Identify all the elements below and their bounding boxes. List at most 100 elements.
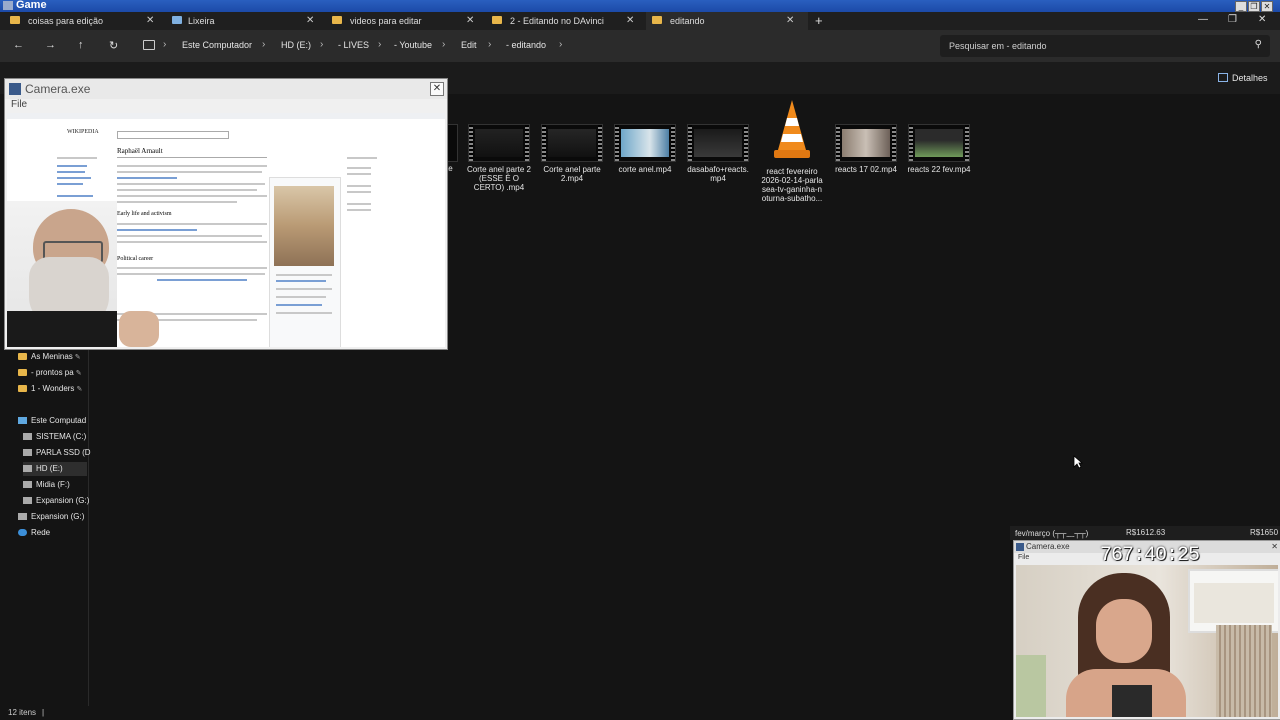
video-thumbnail bbox=[835, 124, 897, 162]
sidebar-item-este-computador[interactable]: Este Computad bbox=[18, 414, 86, 428]
close-tab-icon[interactable]: ✕ bbox=[146, 12, 154, 30]
close-window-icon[interactable]: ✕ bbox=[1258, 14, 1266, 25]
wikipedia-logo: WIKIPEDIA bbox=[67, 129, 99, 135]
tab-label: editando bbox=[670, 16, 705, 26]
up-arrow-icon[interactable]: ↑ bbox=[78, 39, 84, 51]
details-pane-icon bbox=[1218, 73, 1228, 82]
tab-label: videos para editar bbox=[350, 16, 422, 26]
game-icon bbox=[3, 1, 13, 10]
close-icon[interactable]: ✕ bbox=[1271, 542, 1278, 551]
chevron-right-icon: › bbox=[163, 39, 167, 50]
status-divider: | bbox=[42, 708, 45, 717]
details-button[interactable]: Detalhes bbox=[1218, 73, 1268, 83]
drive-icon bbox=[23, 433, 32, 440]
breadcrumb-youtube[interactable]: - Youtube bbox=[394, 40, 432, 50]
game-title-bar: Game _ ❐ ✕ bbox=[0, 0, 1280, 12]
drive-icon bbox=[23, 481, 32, 488]
video-thumbnail bbox=[468, 124, 530, 162]
sidebar-item-wonders[interactable]: 1 - Wonders ✎ bbox=[18, 382, 82, 396]
goal-bar: fev/março (┬┬﹏┬┬) R$1612.63 R$1650 bbox=[1010, 526, 1280, 540]
overlay-camera-menu[interactable]: File bbox=[1018, 554, 1029, 561]
sidebar-item-sistema-c[interactable]: SISTEMA (C:) bbox=[23, 430, 86, 444]
file-item[interactable]: reacts 17 02.mp4 bbox=[833, 124, 899, 174]
status-bar: 12 itens | bbox=[0, 706, 1280, 720]
sidebar-item-expansion-g[interactable]: Expansion (G:) bbox=[23, 494, 89, 508]
mouse-cursor-icon bbox=[1073, 455, 1083, 469]
tab-videos-para-editar[interactable]: videos para editar ✕ bbox=[332, 12, 482, 30]
sidebar-item-parla-ssd[interactable]: PARLA SSD (D bbox=[23, 446, 91, 460]
sidebar-item-rede[interactable]: Rede bbox=[18, 526, 50, 540]
pin-icon: ✎ bbox=[76, 386, 83, 393]
tab-label: 2 - Editando no DAvinci bbox=[510, 16, 604, 26]
camera-window-title: Camera.exe bbox=[25, 82, 91, 96]
close-tab-icon[interactable]: ✕ bbox=[626, 12, 634, 30]
breadcrumb-editando[interactable]: - editando bbox=[506, 40, 546, 50]
file-item[interactable]: Corte anel parte 2 (ESSE É O CERTO) .mp4 bbox=[466, 124, 532, 192]
sidebar-item-midia-f[interactable]: Midia (F:) bbox=[23, 478, 70, 492]
network-icon bbox=[18, 529, 27, 536]
tab-lixeira[interactable]: Lixeira ✕ bbox=[172, 12, 322, 30]
file-item[interactable]: corte anel.mp4 bbox=[612, 124, 678, 174]
drive-icon bbox=[18, 513, 27, 520]
close-icon[interactable]: ✕ bbox=[1261, 1, 1273, 12]
file-item[interactable]: Corte anel parte 2.mp4 bbox=[539, 124, 605, 183]
vlc-cone-icon bbox=[774, 100, 810, 158]
chevron-right-icon: › bbox=[378, 39, 382, 50]
tab-label: coisas para edição bbox=[28, 16, 104, 26]
sidebar-item-prontos[interactable]: - prontos pa ✎ bbox=[18, 366, 82, 380]
breadcrumb-edit[interactable]: Edit bbox=[461, 40, 477, 50]
sidebar-item-label: HD (E:) bbox=[36, 464, 63, 473]
close-tab-icon[interactable]: ✕ bbox=[466, 12, 474, 30]
breadcrumb-este-computador[interactable]: Este Computador bbox=[182, 40, 252, 50]
sidebar-item-expansion-g-2[interactable]: Expansion (G:) bbox=[18, 510, 84, 524]
file-name: dasabafo+reacts.mp4 bbox=[687, 165, 749, 183]
forward-arrow-icon[interactable]: → bbox=[45, 39, 56, 51]
sidebar-item-as-meninas[interactable]: As Meninas ✎ bbox=[18, 350, 81, 364]
refresh-icon[interactable]: ↻ bbox=[109, 39, 118, 52]
tab-editando-no-davinci[interactable]: 2 - Editando no DAvinci ✕ bbox=[492, 12, 642, 30]
close-tab-icon[interactable]: ✕ bbox=[306, 12, 314, 30]
chevron-right-icon: › bbox=[262, 39, 266, 50]
file-name: Corte anel parte 2.mp4 bbox=[543, 165, 601, 183]
sidebar-item-label: 1 - Wonders bbox=[31, 384, 75, 393]
tab-coisas-para-edicao[interactable]: coisas para edição ✕ bbox=[10, 12, 160, 30]
goal-amount-current: R$1612.63 bbox=[1126, 528, 1166, 537]
chevron-right-icon[interactable]: › bbox=[559, 39, 562, 50]
restore-icon[interactable]: ❐ bbox=[1248, 1, 1260, 12]
search-icon[interactable]: ⚲ bbox=[1255, 39, 1262, 50]
file-item[interactable]: react fevereiro 2026-02-14-parla sea-tv-… bbox=[759, 98, 825, 203]
breadcrumb-lives[interactable]: - LIVES bbox=[338, 40, 369, 50]
video-thumbnail bbox=[908, 124, 970, 162]
maximize-window-icon[interactable]: ❐ bbox=[1228, 14, 1237, 25]
wiki-infobox bbox=[269, 177, 341, 347]
minimize-icon[interactable]: _ bbox=[1235, 1, 1247, 12]
file-name: reacts 17 02.mp4 bbox=[835, 165, 897, 174]
stream-overlay: fev/março (┬┬﹏┬┬) R$1612.63 R$1650 Camer… bbox=[1010, 526, 1280, 720]
sidebar-item-hd-e[interactable]: HD (E:) bbox=[23, 462, 87, 476]
tab-editando[interactable]: editando ✕ bbox=[646, 12, 808, 30]
minimize-window-icon[interactable]: — bbox=[1198, 14, 1208, 25]
address-bar: ← → ↑ ↻ › Este Computador › HD (E:) › - … bbox=[0, 30, 1280, 62]
item-count: 12 itens bbox=[8, 708, 37, 717]
close-icon[interactable]: ✕ bbox=[430, 82, 444, 96]
back-arrow-icon[interactable]: ← bbox=[13, 39, 24, 51]
sidebar-item-label: Expansion (G:) bbox=[31, 512, 85, 521]
close-tab-icon[interactable]: ✕ bbox=[786, 12, 794, 30]
breadcrumb-hd-e[interactable]: HD (E:) bbox=[281, 40, 311, 50]
chevron-right-icon: › bbox=[488, 39, 492, 50]
sidebar-item-label: Rede bbox=[31, 528, 51, 537]
pin-icon: ✎ bbox=[75, 370, 82, 377]
camera-menu-file[interactable]: File bbox=[11, 99, 27, 110]
file-item[interactable]: reacts 22 fev.mp4 bbox=[906, 124, 972, 174]
new-tab-button[interactable]: + bbox=[815, 13, 823, 28]
file-item[interactable]: dasabafo+reacts.mp4 bbox=[685, 124, 751, 183]
tab-label: Lixeira bbox=[188, 16, 215, 26]
recycle-bin-icon bbox=[172, 16, 182, 24]
camera-window-titlebar[interactable]: Camera.exe ✕ bbox=[5, 79, 447, 99]
search-input[interactable]: Pesquisar em - editando ⚲ bbox=[940, 35, 1270, 57]
folder-icon bbox=[652, 16, 662, 24]
overlay-camera-window[interactable]: Camera.exe ✕ File 767:40:25 bbox=[1013, 540, 1280, 720]
drive-icon bbox=[23, 449, 32, 456]
camera-window[interactable]: Camera.exe ✕ File WIKIPEDIA Raphaël Arna… bbox=[4, 78, 448, 350]
search-placeholder: Pesquisar em - editando bbox=[949, 41, 1047, 51]
